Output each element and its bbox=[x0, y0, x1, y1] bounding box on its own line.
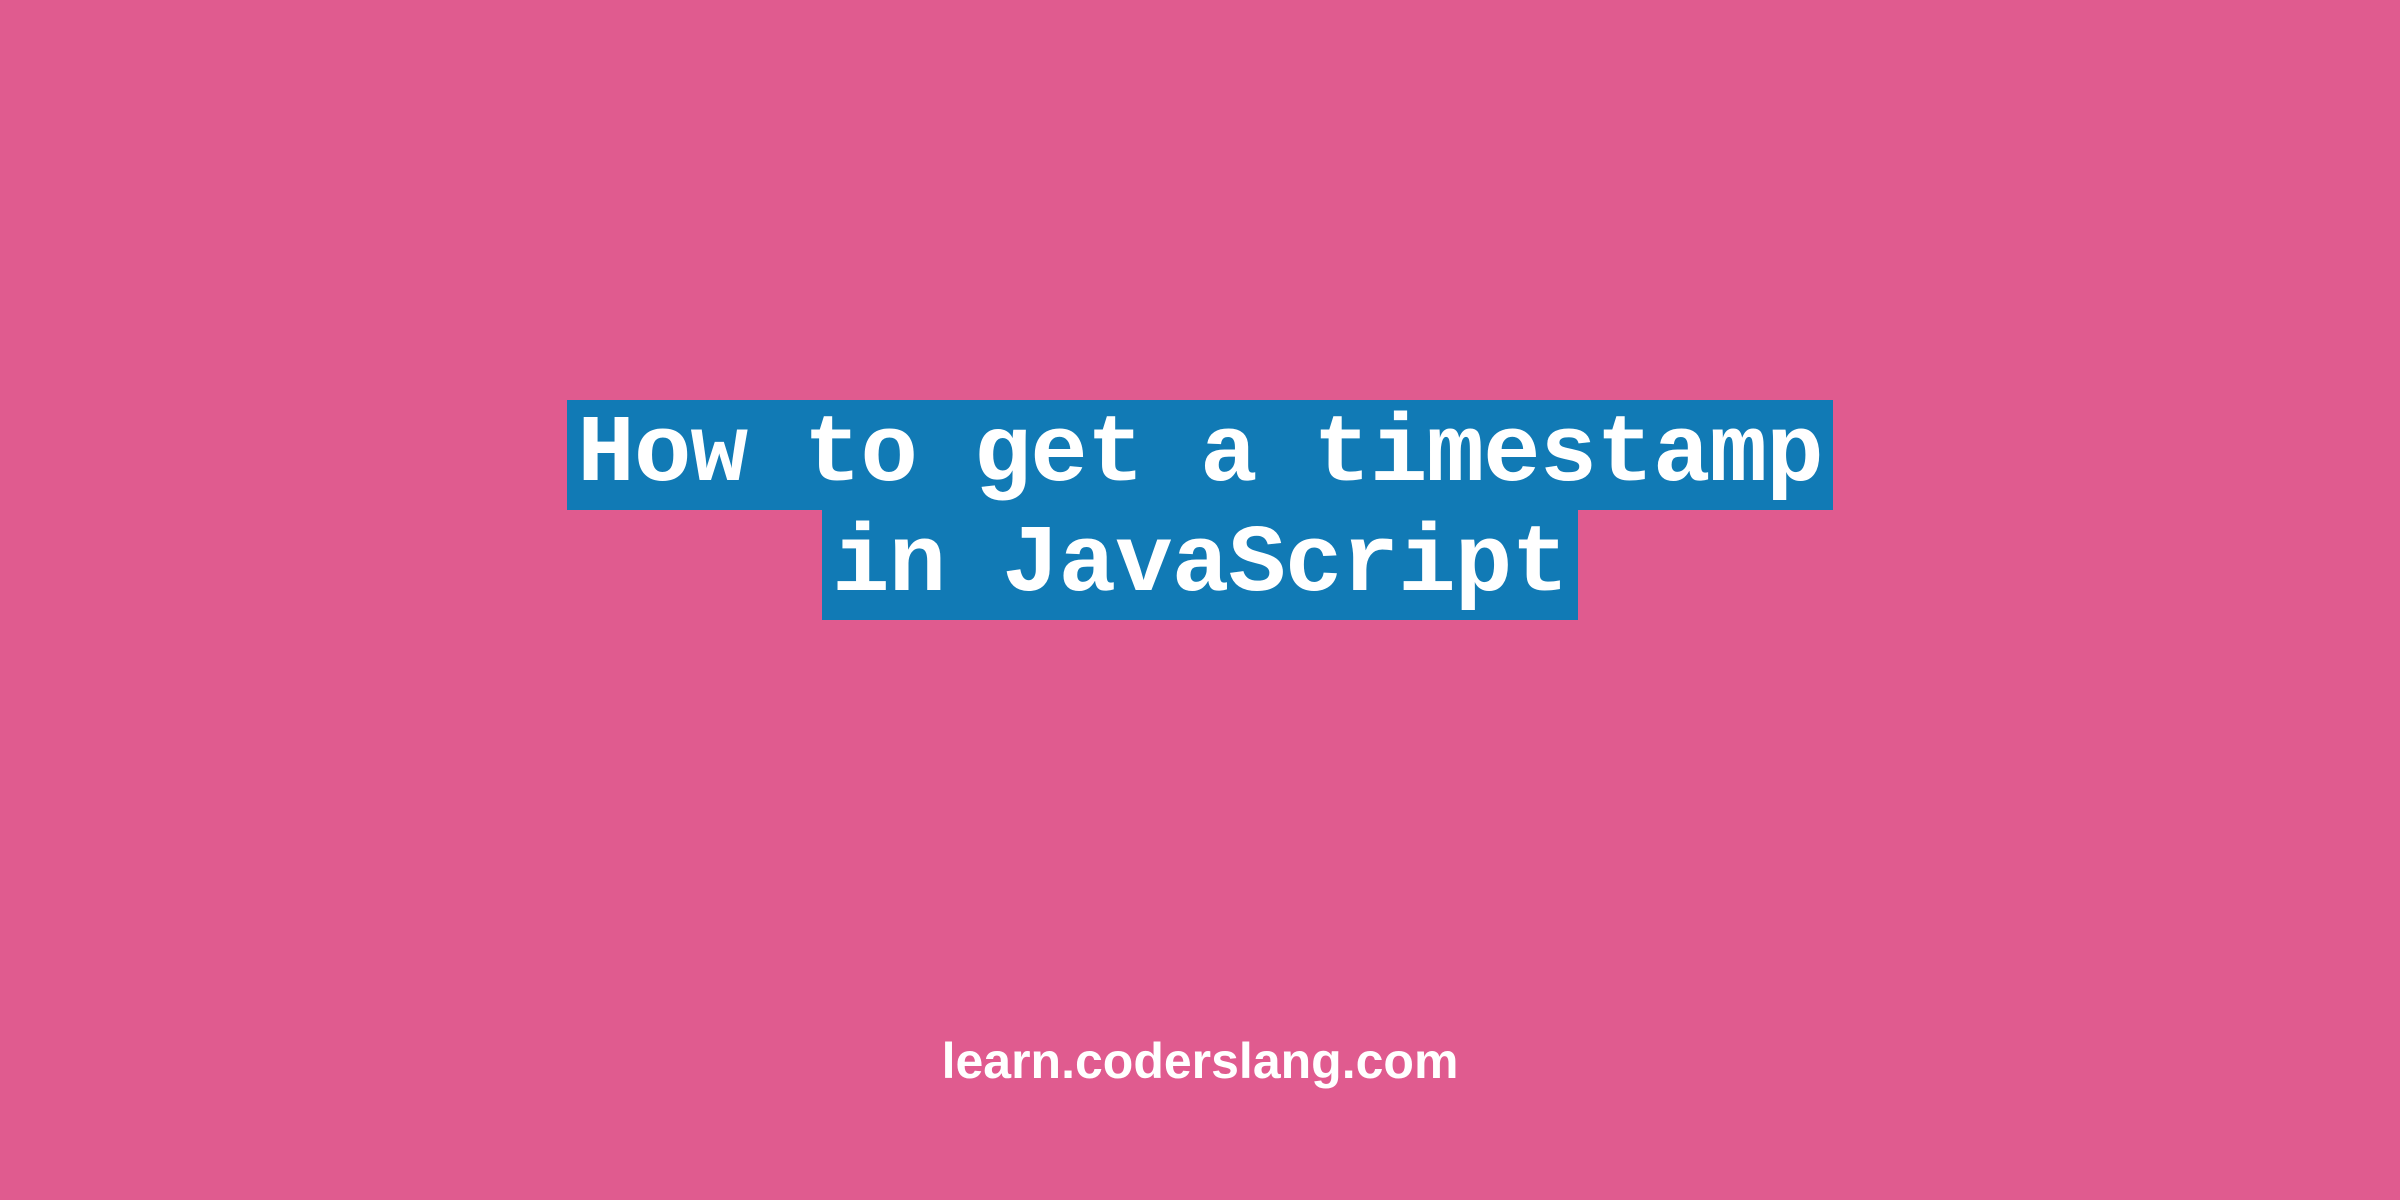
title-line-2: in JavaScript bbox=[822, 510, 1578, 620]
footer-site-url: learn.coderslang.com bbox=[942, 1032, 1459, 1090]
title-container: How to get a timestamp in JavaScript bbox=[567, 400, 1832, 621]
title-line-1: How to get a timestamp bbox=[567, 400, 1832, 510]
